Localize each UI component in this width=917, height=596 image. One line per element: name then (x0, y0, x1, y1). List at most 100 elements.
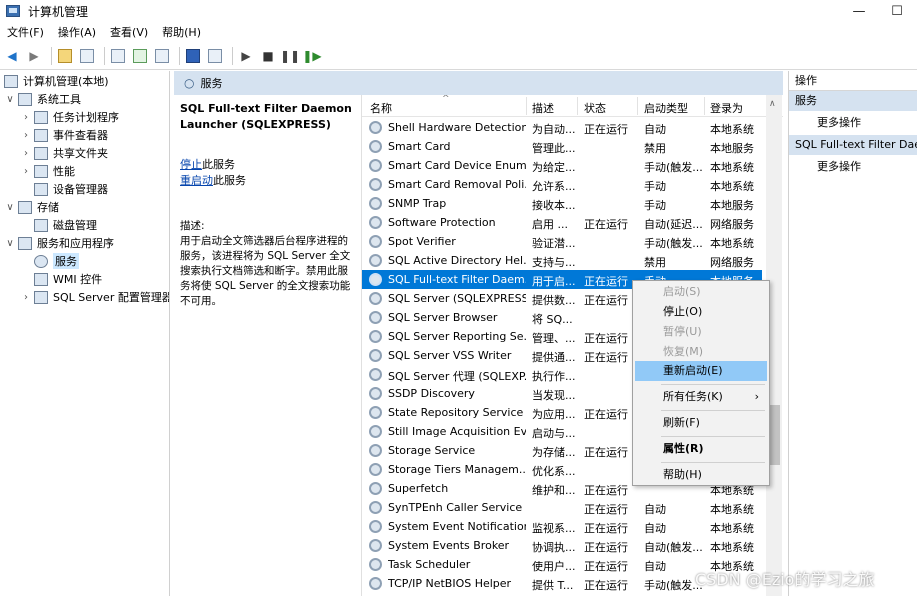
tree-sql-server-config-manager[interactable]: › SQL Server 配置管理器 (20, 288, 169, 306)
service-log-on-as: 网络服务 (710, 218, 754, 231)
service-description-cell: 启用 ... (532, 218, 568, 231)
tools-icon (18, 92, 32, 106)
service-name: SQL Full-text Filter Daem... (388, 273, 526, 286)
restart-service-link[interactable]: 重启动 (180, 174, 213, 187)
start-service-icon[interactable]: ▶ (237, 47, 255, 65)
chevron-down-icon[interactable]: ∨ (4, 238, 16, 249)
menu-refresh[interactable]: 刷新(F) (635, 413, 767, 433)
tree-performance[interactable]: › 性能 (20, 162, 75, 180)
tree-services-and-applications[interactable]: ∨ 服务和应用程序 (4, 234, 114, 252)
table-row[interactable]: Smart Card 管理此... 禁用 本地服务 (362, 137, 762, 156)
stop-service-icon[interactable]: ■ (259, 47, 277, 65)
action-pane-icon[interactable] (206, 47, 224, 65)
chevron-right-icon[interactable]: › (20, 292, 32, 303)
table-row[interactable]: System Events Broker 协调执... 正在运行 自动(触发... 本地… (362, 536, 762, 555)
menu-help[interactable]: 帮助(H) (155, 24, 208, 40)
service-log-on-as: 网络服务 (710, 256, 754, 269)
service-startup-type: 自动(触发... (644, 541, 702, 554)
gear-icon (369, 482, 382, 495)
menu-help-item[interactable]: 帮助(H) (635, 465, 767, 485)
forward-icon[interactable]: ▶ (25, 47, 43, 65)
column-divider[interactable] (704, 97, 705, 115)
column-divider[interactable] (637, 97, 638, 115)
service-description: 描述: 用于启动全文筛选器后台程序进程的服务，该进程将为 SQL Server … (180, 219, 355, 309)
actions-section-selected-service[interactable]: SQL Full-text Filter Daem (789, 135, 917, 155)
event-viewer-icon (34, 128, 48, 142)
tree-event-viewer[interactable]: › 事件查看器 (20, 126, 108, 144)
tree-storage[interactable]: ∨ 存储 (4, 198, 59, 216)
table-row[interactable]: SynTPEnh Caller Service 正在运行 自动 本地系统 (362, 498, 762, 517)
toolbar-divider (104, 46, 105, 65)
menu-action[interactable]: 操作(A) (51, 24, 103, 40)
back-icon[interactable]: ◀ (3, 47, 21, 65)
tree-computer-management-local[interactable]: 计算机管理(本地) (2, 72, 109, 90)
tree-system-tools[interactable]: ∨ 系统工具 (4, 90, 81, 108)
tree-task-scheduler[interactable]: › 任务计划程序 (20, 108, 119, 126)
gear-icon (369, 387, 382, 400)
stop-service-link[interactable]: 停止 (180, 158, 202, 171)
service-startup-type: 禁用 (644, 142, 666, 155)
help-icon[interactable] (184, 47, 202, 65)
restart-service-icon[interactable]: ❚▶ (302, 47, 321, 65)
table-row[interactable]: Smart Card Removal Poli... 允许系... 手动 本地系统 (362, 175, 762, 194)
scroll-up-icon[interactable]: ∧ (769, 99, 776, 109)
properties-icon[interactable] (109, 47, 127, 65)
menu-stop[interactable]: 停止(O) (635, 302, 767, 322)
export-list-icon[interactable] (153, 47, 171, 65)
tree-services[interactable]: 服务 (32, 252, 79, 270)
tree-wmi-control[interactable]: WMI 控件 (32, 270, 102, 288)
gear-icon (369, 558, 382, 571)
services-apps-icon (18, 236, 32, 250)
gear-icon (369, 520, 382, 533)
column-name[interactable]: 名称 (370, 100, 392, 116)
service-name: SQL Server Browser (388, 311, 498, 324)
tree-device-manager[interactable]: 设备管理器 (32, 180, 108, 198)
service-log-on-as: 本地系统 (710, 522, 754, 535)
service-log-on-as: 本地系统 (710, 237, 754, 250)
more-actions-services[interactable]: 更多操作 (789, 111, 917, 135)
menu-view[interactable]: 查看(V) (103, 24, 155, 40)
service-description-cell: 当发现... (532, 389, 576, 402)
column-log-on-as[interactable]: 登录为 (710, 100, 743, 116)
column-divider[interactable] (526, 97, 527, 115)
table-row[interactable]: Spot Verifier 验证潜... 手动(触发... 本地系统 (362, 232, 762, 251)
service-startup-type: 自动 (644, 123, 666, 136)
maximize-button[interactable]: ☐ (880, 0, 914, 22)
chevron-right-icon[interactable]: › (20, 112, 32, 123)
actions-pane: 操作 服务 更多操作 SQL Full-text Filter Daem 更多操… (788, 71, 917, 596)
actions-header: 操作 (789, 71, 917, 91)
pause-service-icon[interactable]: ❚❚ (280, 47, 300, 65)
chevron-down-icon[interactable]: ∨ (4, 94, 16, 105)
column-status[interactable]: 状态 (584, 100, 606, 116)
column-divider[interactable] (577, 97, 578, 115)
service-log-on-as: 本地系统 (710, 161, 754, 174)
column-startup-type[interactable]: 启动类型 (644, 100, 688, 116)
column-description[interactable]: 描述 (532, 100, 554, 116)
chevron-right-icon[interactable]: › (20, 130, 32, 141)
chevron-right-icon[interactable]: › (20, 166, 32, 177)
table-row[interactable]: Software Protection 启用 ... 正在运行 自动(延迟... 网络服… (362, 213, 762, 232)
table-row[interactable]: SNMP Trap 接收本... 手动 本地服务 (362, 194, 762, 213)
more-actions-selected-service[interactable]: 更多操作 (789, 155, 917, 179)
chevron-down-icon[interactable]: ∨ (4, 202, 16, 213)
menu-all-tasks[interactable]: 所有任务(K) › (635, 387, 767, 407)
minimize-button[interactable]: — (842, 0, 876, 22)
tree-disk-management[interactable]: 磁盘管理 (32, 216, 97, 234)
table-row[interactable]: System Event Notification... 监视系... 正在运行 自动… (362, 517, 762, 536)
service-name: SynTPEnh Caller Service (388, 501, 523, 514)
actions-section-services[interactable]: 服务 (789, 91, 917, 111)
table-row[interactable]: Smart Card Device Enum... 为给定... 手动(触发... 本… (362, 156, 762, 175)
search-icon: ○ (184, 76, 195, 90)
chevron-right-icon[interactable]: › (20, 148, 32, 159)
menu-properties[interactable]: 属性(R) (635, 439, 767, 459)
table-row[interactable]: Shell Hardware Detection 为自动... 正在运行 自动 本地系统 (362, 118, 762, 137)
table-row[interactable]: SQL Active Directory Hel... 支持与... 禁用 网络服务 (362, 251, 762, 270)
tree-shared-folders[interactable]: › 共享文件夹 (20, 144, 108, 162)
up-folder-icon[interactable] (56, 47, 74, 65)
menu-restart[interactable]: 重新启动(E) (635, 361, 767, 381)
performance-icon (34, 164, 48, 178)
show-hide-tree-icon[interactable] (78, 47, 96, 65)
refresh-icon[interactable] (131, 47, 149, 65)
service-log-on-as: 本地系统 (710, 123, 754, 136)
menu-file[interactable]: 文件(F) (0, 24, 51, 40)
